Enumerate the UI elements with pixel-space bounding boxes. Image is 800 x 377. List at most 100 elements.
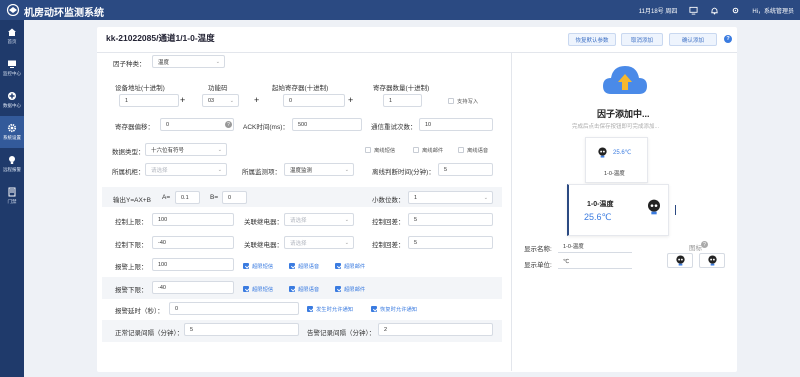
control-upper-input[interactable]: 100 <box>152 213 234 226</box>
monitor-item-value: 温度监测 <box>290 167 313 174</box>
monitor-item-label: 所属监测项： <box>242 169 281 176</box>
header-divider <box>97 52 737 53</box>
monitor-icon[interactable] <box>689 6 698 15</box>
over-sms-label: 超限短信 <box>252 287 274 293</box>
help-icon[interactable]: ? <box>724 35 732 43</box>
sidebar-item-home[interactable]: 首页 <box>0 20 24 52</box>
offline-sms-checkbox[interactable]: 离线短信 <box>365 146 395 154</box>
a-input[interactable]: 0.1 <box>175 191 200 204</box>
restore-defaults-button[interactable]: 恢复默认参数 <box>568 33 616 46</box>
start-register-input[interactable]: 0 <box>283 94 345 107</box>
checkbox-box <box>371 306 377 312</box>
small-preview-card: 25.6℃ 1-0-温度 <box>585 137 648 183</box>
offline-mail-checkbox[interactable]: 离线邮件 <box>413 146 443 154</box>
notify-on-recover-checkbox[interactable]: 恢复时允许通知 <box>371 305 417 313</box>
app-title: 机房动环监测系统 <box>24 8 104 19</box>
offline-sms-label: 离线短信 <box>374 148 396 154</box>
bell-icon[interactable] <box>710 6 719 15</box>
over-mail-checkbox-upper[interactable]: 超限邮件 <box>335 262 365 270</box>
sidebar-item-system-settings[interactable]: 系统设置 <box>0 116 24 148</box>
factor-type-select[interactable]: 温度 ⌄ <box>152 55 225 68</box>
confirm-add-button[interactable]: 确认添加 <box>669 33 717 46</box>
relay2-select[interactable]: 请选择 ⌄ <box>284 236 354 249</box>
adding-status-subtitle: 完成后点击保存按钮即可完成添加... <box>572 124 660 130</box>
control-diff1-input[interactable]: 5 <box>408 213 493 226</box>
monitor-icon <box>8 60 16 68</box>
plus-sign: + <box>254 95 260 105</box>
plus-sign: + <box>348 95 354 105</box>
alarm-lower-input[interactable]: -40 <box>152 281 234 294</box>
preview-cursor-line <box>675 205 676 215</box>
alarm-interval-input[interactable]: 2 <box>378 323 493 336</box>
b-input[interactable]: 0 <box>222 191 247 204</box>
data-type-select[interactable]: 十六位有符号 ⌄ <box>145 143 227 156</box>
factor-type-value: 温度 <box>158 59 170 66</box>
app-logo-icon <box>6 4 20 16</box>
device-address-input[interactable]: 1 <box>119 94 179 107</box>
icon-option-2[interactable] <box>699 253 725 268</box>
question-icon[interactable]: ? <box>701 241 708 248</box>
decimals-label: 小数位数： <box>372 197 405 204</box>
sidebar-item-door[interactable]: 门禁 <box>0 180 24 212</box>
offline-mail-label: 离线邮件 <box>422 148 444 154</box>
bulb-icon <box>9 156 15 164</box>
over-sms-checkbox-lower[interactable]: 超限短信 <box>243 285 273 293</box>
function-code-label: 功能码 <box>208 85 228 92</box>
alarm-delay-input[interactable]: 0 <box>169 302 299 315</box>
over-sms-label: 超限短信 <box>252 264 274 270</box>
register-offset-input[interactable]: 0 <box>160 118 234 131</box>
sidebar-item-remote-alarm[interactable]: 远程报警 <box>0 148 24 180</box>
register-count-label: 寄存器数量(十进制) <box>373 85 430 92</box>
display-unit-input[interactable]: ℃ <box>558 256 632 269</box>
over-voice-checkbox-upper[interactable]: 超限语音 <box>289 262 319 270</box>
over-voice-checkbox-lower[interactable]: 超限语音 <box>289 285 319 293</box>
control-diff1-label: 控制回差： <box>372 219 405 226</box>
cabinet-placeholder: 请选择 <box>151 167 168 174</box>
over-voice-label: 超限语音 <box>298 264 320 270</box>
relay1-select[interactable]: 请选择 ⌄ <box>284 213 354 226</box>
data-type-label: 数据类型： <box>112 149 145 156</box>
home-icon <box>8 28 16 36</box>
sidebar-item-label: 门禁 <box>7 199 17 204</box>
control-upper-label: 控制上限： <box>115 219 148 226</box>
sidebar-item-monitor[interactable]: 监控中心 <box>0 52 24 84</box>
checkbox-box <box>335 286 341 292</box>
cloud-upload-icon <box>603 66 647 94</box>
decimals-select[interactable]: 1 ⌄ <box>408 191 493 204</box>
register-count-input[interactable]: 1 <box>383 94 422 107</box>
over-mail-label: 超限邮件 <box>344 264 366 270</box>
alarm-upper-input[interactable]: 100 <box>152 258 234 271</box>
sidebar-item-data-center[interactable]: 数据中心 <box>0 84 24 116</box>
cabinet-select[interactable]: 请选择 ⌄ <box>145 163 227 176</box>
monitor-item-select[interactable]: 温度监测 ⌄ <box>284 163 354 176</box>
normal-interval-input[interactable]: 5 <box>184 323 299 336</box>
support-write-checkbox[interactable]: 支持写入 <box>448 97 478 105</box>
sidebar-item-label: 系统设置 <box>3 135 21 140</box>
over-mail-checkbox-lower[interactable]: 超限邮件 <box>335 285 365 293</box>
offline-voice-checkbox[interactable]: 离线语音 <box>458 146 488 154</box>
cancel-add-button[interactable]: 取消添加 <box>621 33 663 46</box>
icon-option-1[interactable] <box>667 253 693 268</box>
function-code-select[interactable]: 03 ⌄ <box>202 94 239 107</box>
question-icon[interactable]: ? <box>225 121 232 128</box>
chevron-down-icon: ⌄ <box>344 217 349 223</box>
decimals-value: 1 <box>414 194 418 201</box>
settings-icon[interactable] <box>731 6 740 15</box>
user-greeting[interactable]: Hi，系统管理员 <box>752 6 794 15</box>
offline-judge-input[interactable]: 5 <box>438 163 493 176</box>
offline-judge-label: 离线判断时间(分钟)： <box>372 169 435 176</box>
register-offset-label: 寄存器偏移： <box>115 124 154 131</box>
ack-time-input[interactable]: 500 <box>292 118 362 131</box>
checkbox-box <box>413 147 419 153</box>
notify-on-occur-checkbox[interactable]: 发生时允许通知 <box>307 305 353 313</box>
control-diff2-input[interactable]: 5 <box>408 236 493 249</box>
over-sms-checkbox-upper[interactable]: 超限短信 <box>243 262 273 270</box>
over-voice-label: 超限语音 <box>298 287 320 293</box>
alarm-lower-label: 报警下限： <box>115 287 148 294</box>
over-mail-label: 超限邮件 <box>344 287 366 293</box>
control-lower-input[interactable]: -40 <box>152 236 234 249</box>
cabinet-label: 所属机柜： <box>112 169 145 176</box>
display-name-input[interactable]: 1-0-温度 <box>558 240 632 253</box>
checkbox-box <box>458 147 464 153</box>
retry-count-input[interactable]: 10 <box>419 118 493 131</box>
